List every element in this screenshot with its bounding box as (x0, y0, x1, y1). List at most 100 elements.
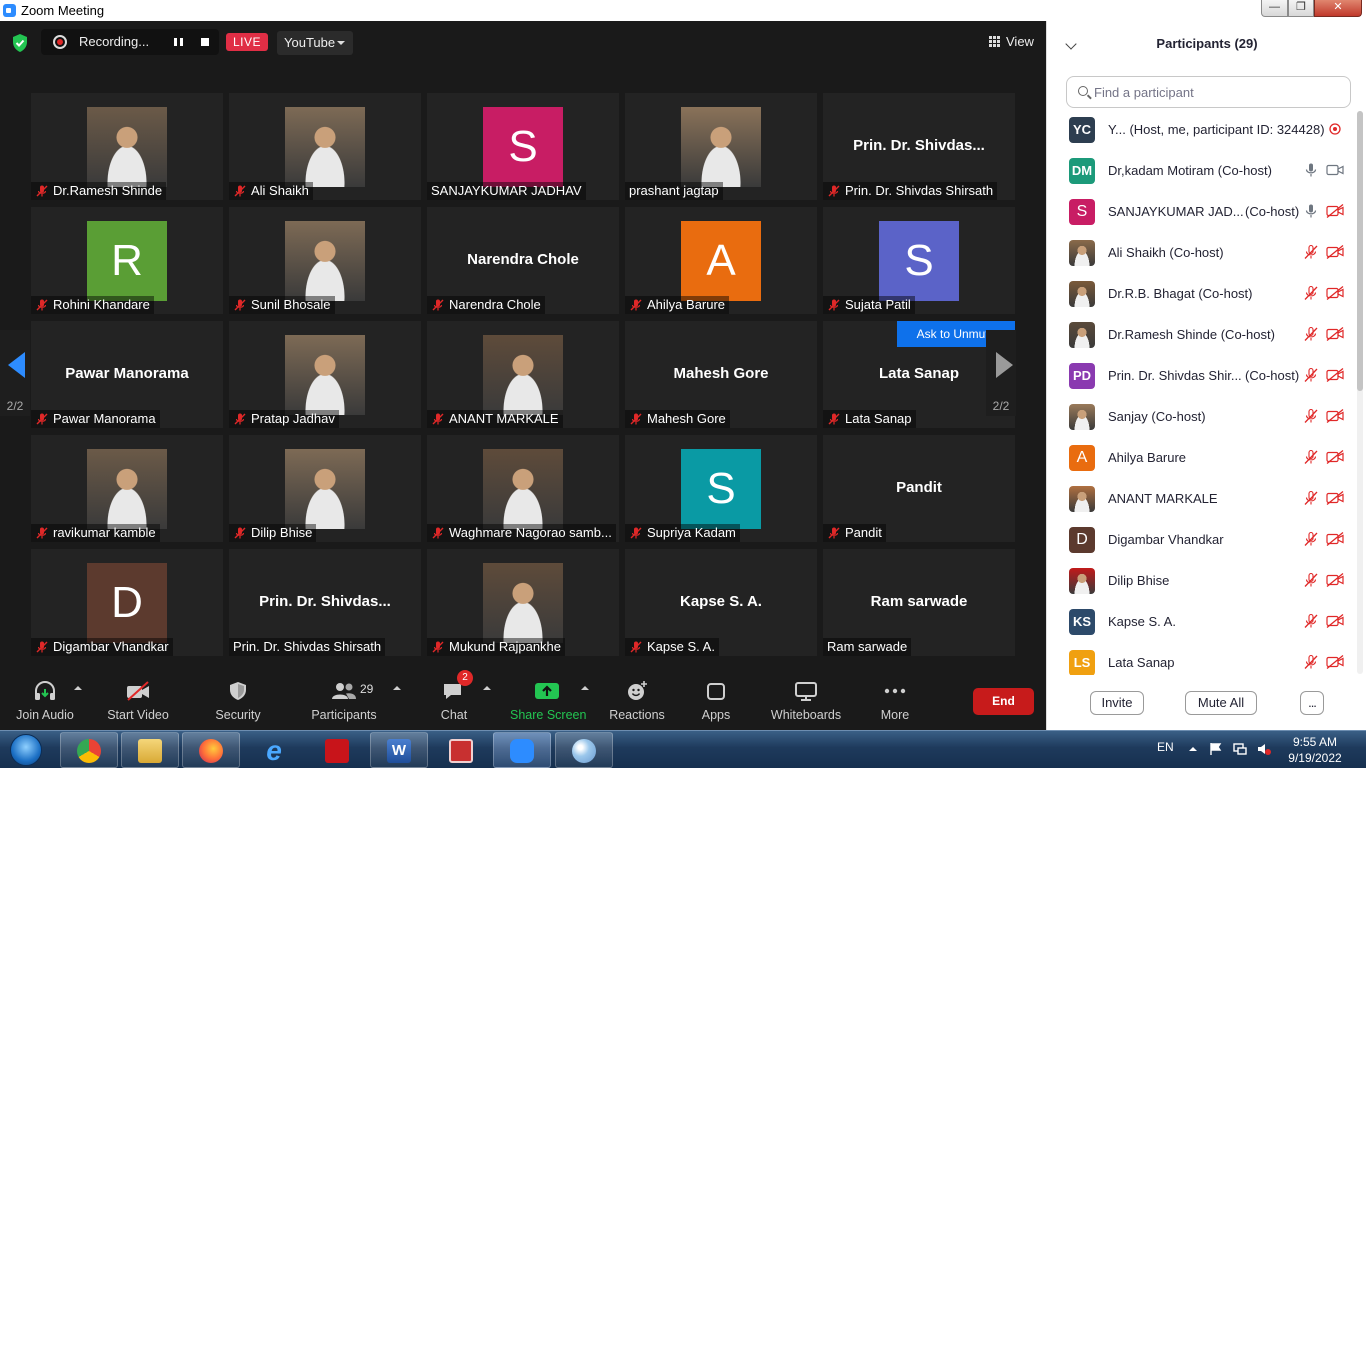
live-badge[interactable]: LIVE (226, 33, 268, 51)
stop-recording-icon[interactable] (201, 38, 209, 46)
more-button[interactable]: More (868, 666, 922, 730)
show-hidden-icons-icon[interactable] (1186, 742, 1200, 756)
participants-button[interactable]: Participants (307, 666, 381, 730)
video-tile[interactable]: Waghmare Nagorao samb... (427, 435, 619, 542)
taskbar-pdf-tool[interactable] (432, 732, 490, 768)
volume-muted-icon[interactable] (1257, 742, 1271, 756)
participant-row[interactable]: Ali Shaikh (Co-host) (1047, 232, 1355, 273)
end-meeting-button[interactable]: End (973, 688, 1034, 715)
camera-off-icon[interactable] (1326, 450, 1344, 464)
taskbar-ie[interactable]: e (245, 732, 303, 768)
mic-muted-icon[interactable] (1303, 326, 1319, 342)
taskbar-acrobat[interactable] (308, 732, 366, 768)
video-tile[interactable]: S Supriya Kadam (625, 435, 817, 542)
mic-muted-icon[interactable] (1303, 449, 1319, 465)
camera-off-icon[interactable] (1326, 327, 1344, 341)
stream-target-dropdown[interactable]: YouTube (277, 31, 353, 55)
minimize-button[interactable]: — (1261, 0, 1288, 17)
camera-off-icon[interactable] (1326, 614, 1344, 628)
mute-all-button[interactable]: Mute All (1185, 691, 1257, 715)
participant-row[interactable]: Sanjay (Co-host) (1047, 396, 1355, 437)
taskbar-chrome[interactable] (60, 732, 118, 768)
video-tile[interactable]: Dilip Bhise (229, 435, 421, 542)
camera-off-icon[interactable] (1326, 286, 1344, 300)
camera-off-icon[interactable] (1326, 368, 1344, 382)
start-button[interactable] (6, 732, 46, 768)
pause-recording-icon[interactable] (174, 38, 183, 46)
taskbar-zoom[interactable] (493, 732, 551, 768)
video-tile[interactable]: Prin. Dr. Shivdas... Prin. Dr. Shivdas Sh… (823, 93, 1015, 200)
participant-row[interactable]: Dr.Ramesh Shinde (Co-host) (1047, 314, 1355, 355)
search-input[interactable] (1094, 82, 1344, 102)
participant-list-scrollbar[interactable] (1357, 111, 1363, 674)
mic-muted-icon[interactable] (1303, 490, 1319, 506)
video-tile[interactable]: R Rohini Khandare (31, 207, 223, 314)
video-tile[interactable]: Prin. Dr. Shivdas... Prin. Dr. Shivdas Sh… (229, 549, 421, 656)
participant-row[interactable]: PD Prin. Dr. Shivdas Shir... (Co-host) (1047, 355, 1355, 396)
panel-more-button[interactable]: ... (1300, 691, 1324, 715)
clock-date[interactable]: 9/19/2022 (1280, 751, 1350, 765)
network-icon[interactable] (1233, 742, 1247, 756)
video-tile[interactable]: Dr.Ramesh Shinde (31, 93, 223, 200)
reactions-button[interactable]: Reactions (604, 666, 670, 730)
video-tile[interactable]: D Digambar Vhandkar (31, 549, 223, 656)
taskbar-firefox[interactable] (182, 732, 240, 768)
video-tile[interactable]: Mahesh Gore Mahesh Gore (625, 321, 817, 428)
camera-off-icon[interactable] (1326, 245, 1344, 259)
mic-on-icon[interactable] (1303, 162, 1319, 178)
chat-button[interactable]: Chat (424, 666, 484, 730)
participants-options-caret[interactable] (393, 686, 401, 690)
camera-off-icon[interactable] (1326, 573, 1344, 587)
video-tile[interactable]: Mukund Rajpankhe (427, 549, 619, 656)
participant-row[interactable]: Dr.R.B. Bhagat (Co-host) (1047, 273, 1355, 314)
participant-row[interactable]: LS Lata Sanap (1047, 642, 1355, 675)
video-tile[interactable]: Sunil Bhosale (229, 207, 421, 314)
mic-muted-icon[interactable] (1303, 613, 1319, 629)
video-tile[interactable]: ANANT MARKALE (427, 321, 619, 428)
video-tile[interactable]: Ram sarwade Ram sarwade (823, 549, 1015, 656)
next-page-button[interactable]: 2/2 (986, 330, 1016, 416)
video-tile[interactable]: S Sujata Patil (823, 207, 1015, 314)
taskbar-paint[interactable] (555, 732, 613, 768)
camera-on-icon[interactable] (1326, 163, 1344, 177)
video-tile[interactable]: Pratap Jadhav (229, 321, 421, 428)
video-tile[interactable]: S SANJAYKUMAR JADHAV (427, 93, 619, 200)
invite-button[interactable]: Invite (1090, 691, 1144, 715)
participant-search[interactable] (1066, 76, 1351, 108)
previous-page-button[interactable]: 2/2 (0, 330, 30, 416)
video-tile[interactable]: Pandit Pandit (823, 435, 1015, 542)
whiteboards-button[interactable]: Whiteboards (765, 666, 847, 730)
audio-options-caret[interactable] (74, 686, 82, 690)
participant-row[interactable]: KS Kapse S. A. (1047, 601, 1355, 642)
video-tile[interactable]: Narendra Chole Narendra Chole (427, 207, 619, 314)
chat-options-caret[interactable] (483, 686, 491, 690)
taskbar-explorer[interactable] (121, 732, 179, 768)
action-center-flag-icon[interactable] (1209, 742, 1223, 756)
video-tile[interactable]: A Ahilya Barure (625, 207, 817, 314)
mic-muted-icon[interactable] (1303, 367, 1319, 383)
restore-button[interactable]: ❐ (1288, 0, 1314, 17)
participant-row[interactable]: ANANT MARKALE (1047, 478, 1355, 519)
mic-muted-icon[interactable] (1303, 531, 1319, 547)
scrollbar-thumb[interactable] (1357, 111, 1363, 391)
join-audio-button[interactable]: Join Audio (10, 666, 80, 730)
mic-muted-icon[interactable] (1303, 244, 1319, 260)
mic-muted-icon[interactable] (1303, 408, 1319, 424)
video-tile[interactable]: prashant jagtap (625, 93, 817, 200)
video-tile[interactable]: ravikumar kamble (31, 435, 223, 542)
language-indicator[interactable]: EN (1157, 740, 1174, 754)
apps-button[interactable]: Apps (690, 666, 742, 730)
participant-row[interactable]: A Ahilya Barure (1047, 437, 1355, 478)
participant-row[interactable]: DM Dr,kadam Motiram (Co-host) (1047, 150, 1355, 191)
camera-off-icon[interactable] (1326, 409, 1344, 423)
close-button[interactable]: ✕ (1314, 0, 1362, 17)
participant-row[interactable]: S SANJAYKUMAR JAD... (Co-host) (1047, 191, 1355, 232)
camera-off-icon[interactable] (1326, 655, 1344, 669)
clock-time[interactable]: 9:55 AM (1280, 735, 1350, 749)
camera-off-icon[interactable] (1326, 491, 1344, 505)
start-video-button[interactable]: Start Video (103, 666, 173, 730)
security-button[interactable]: Security (203, 666, 273, 730)
encryption-shield-icon[interactable] (10, 33, 30, 53)
mic-muted-icon[interactable] (1303, 572, 1319, 588)
participant-row[interactable]: YC Y... (Host, me, participant ID: 324428… (1047, 109, 1355, 150)
